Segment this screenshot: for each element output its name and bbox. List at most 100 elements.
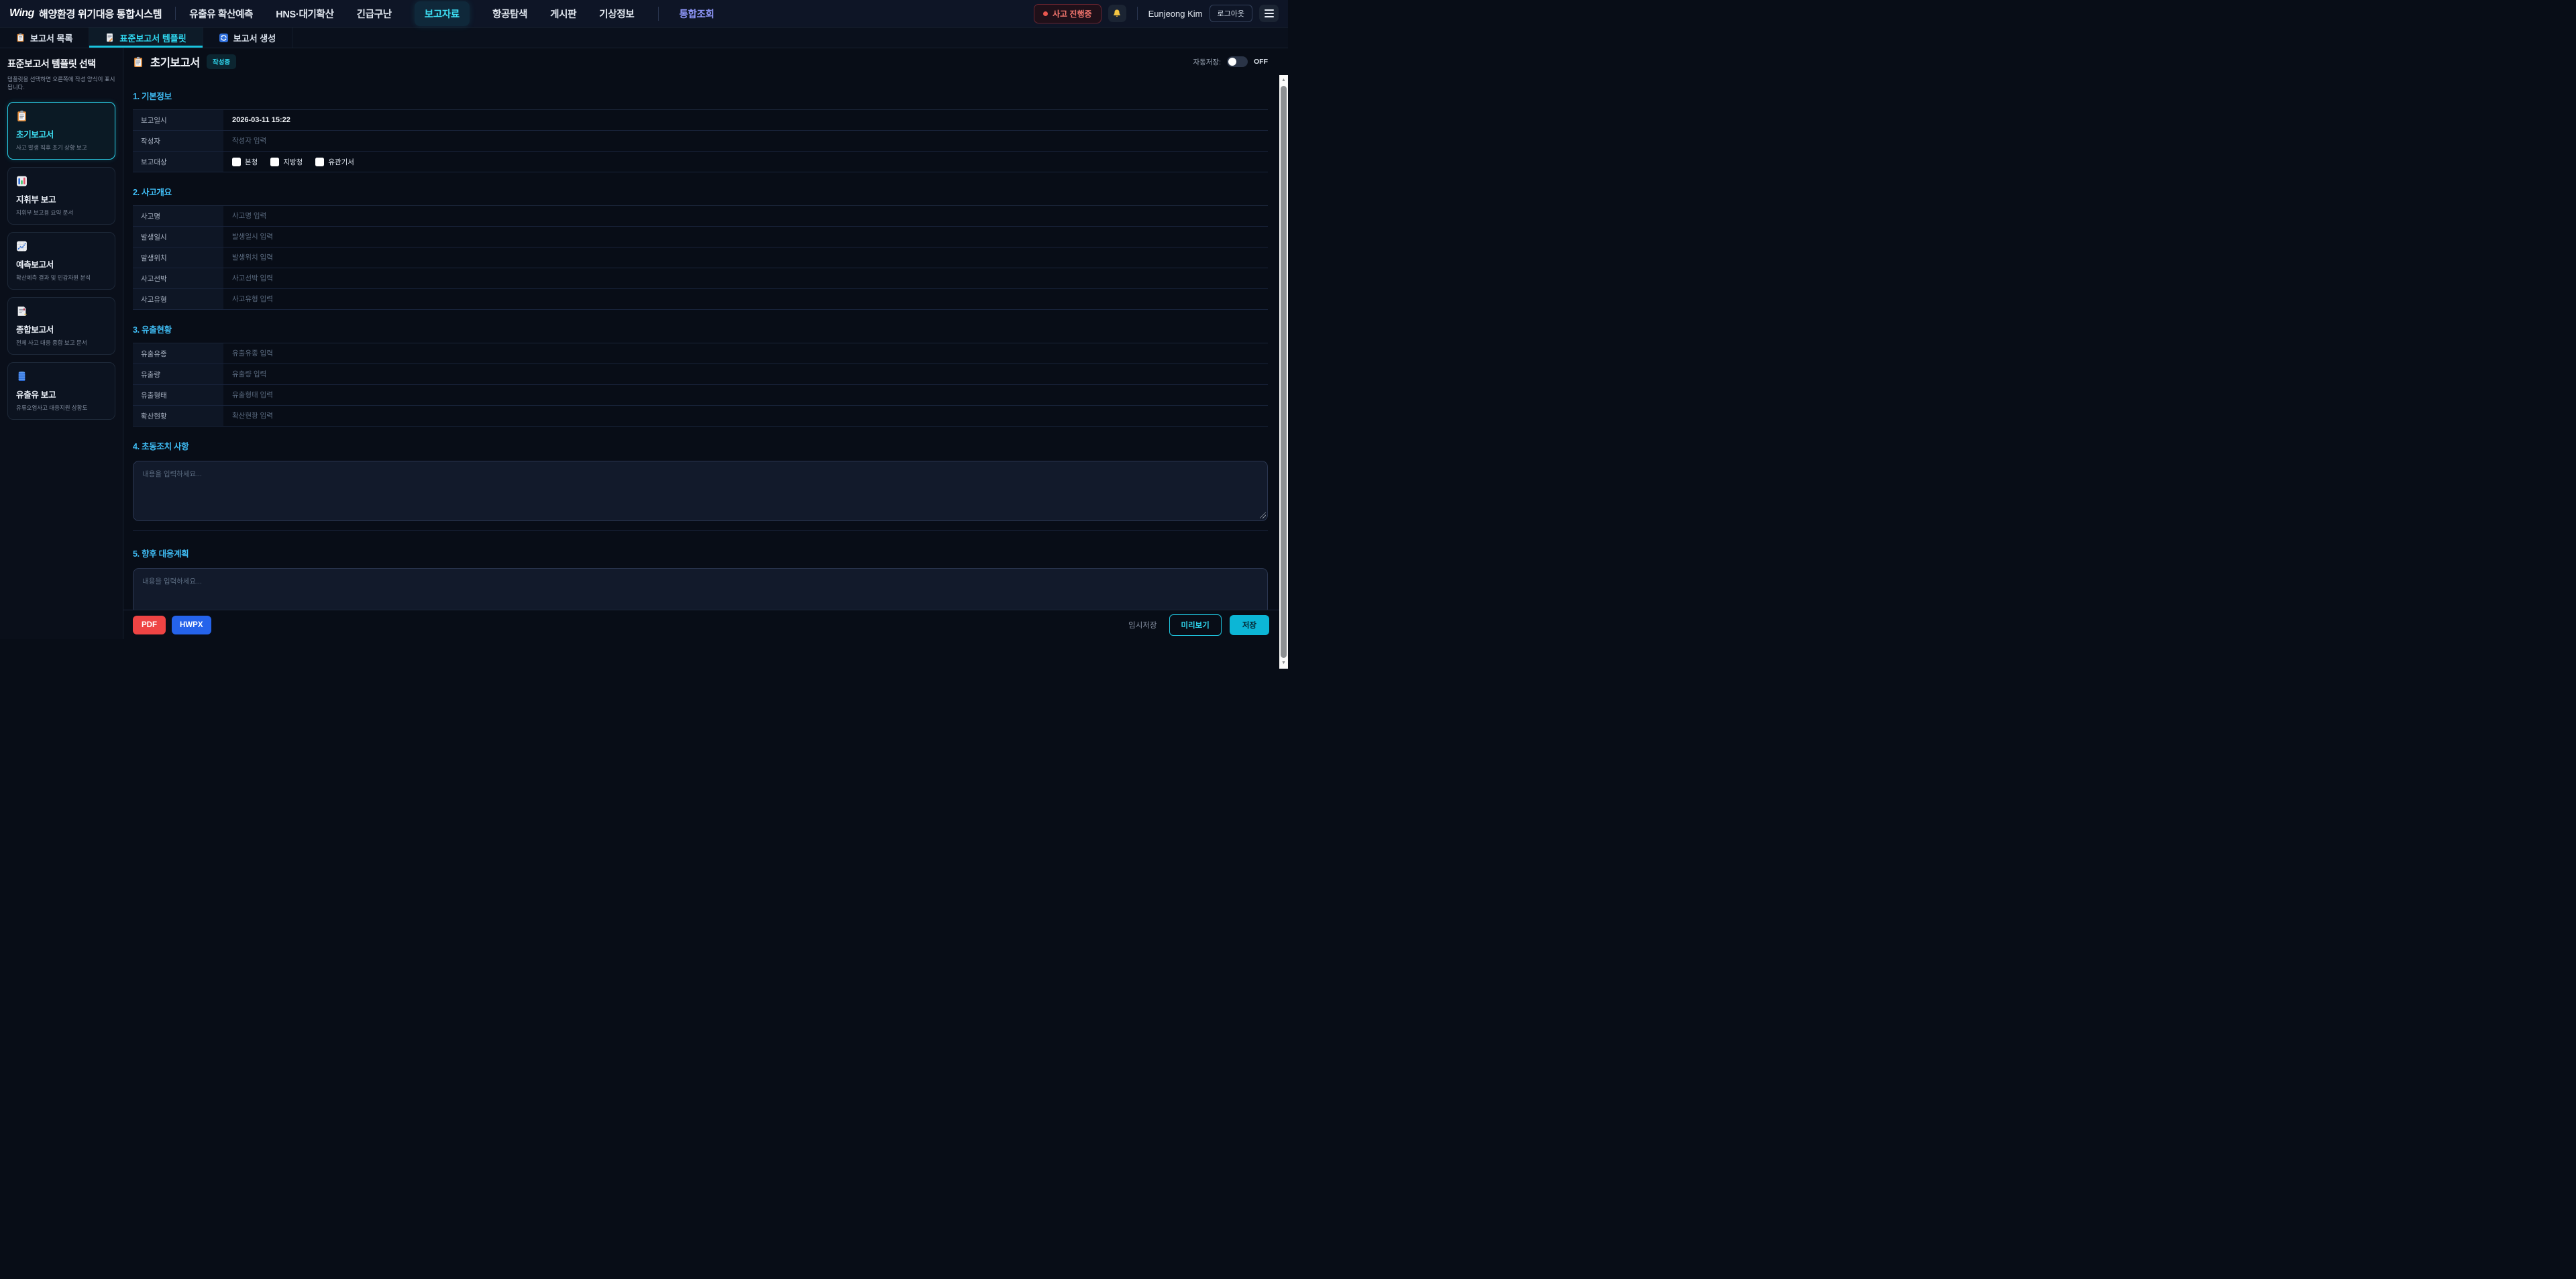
bell-icon — [1112, 9, 1122, 18]
autosave-toggle[interactable] — [1227, 56, 1248, 67]
template-desc: 전체 사고 대응 종합 보고 문서 — [16, 339, 107, 347]
notification-button[interactable] — [1108, 5, 1126, 22]
resize-handle[interactable] — [1260, 512, 1266, 518]
incident-vessel-input[interactable] — [232, 274, 1268, 282]
field-label: 유출량 — [133, 364, 223, 384]
template-card-prediction-report[interactable]: 예측보고서 확산예측 결과 및 민감자원 분석 — [7, 232, 115, 290]
clipboard-icon — [133, 56, 144, 68]
nav-item-weather-info[interactable]: 기상정보 — [599, 7, 634, 21]
table-row: 보고대상 본청 지방청 유관기서 — [133, 152, 1268, 172]
preview-button[interactable]: 미리보기 — [1169, 614, 1222, 636]
scrollbar-thumb[interactable] — [1281, 86, 1287, 658]
table-row: 사고선박 — [133, 268, 1268, 289]
logout-button[interactable]: 로그아웃 — [1210, 5, 1252, 22]
temp-save-button[interactable]: 임시저장 — [1124, 615, 1161, 635]
hamburger-icon — [1265, 9, 1274, 17]
oil-drum-icon — [16, 370, 107, 382]
basic-info-table: 보고일시 2026-03-11 15:22 작성자 보고대상 본청 지방청 유관… — [133, 109, 1268, 172]
scroll-up-arrow-icon[interactable]: ▲ — [1281, 75, 1286, 86]
report-datetime-value[interactable]: 2026-03-11 15:22 — [232, 116, 290, 124]
template-desc: 사고 발생 직후 초기 상황 보고 — [16, 144, 107, 152]
field-label: 보고일시 — [133, 110, 223, 130]
tab-label: 표준보고서 템플릿 — [119, 32, 186, 44]
template-desc: 확산예측 결과 및 민감자원 분석 — [16, 274, 107, 282]
nav-links: 유출유 확산예측 HNS·대기확산 긴급구난 보고자료 항공탐색 게시판 기상정… — [189, 1, 714, 26]
spill-form-input[interactable] — [232, 391, 1268, 399]
autosave-state: OFF — [1254, 58, 1268, 66]
template-title: 지휘부 보고 — [16, 192, 107, 205]
initial-actions-textarea[interactable] — [133, 461, 1268, 521]
section-heading-spill-status: 3. 유출현황 — [133, 323, 1268, 335]
tab-label: 보고서 목록 — [30, 32, 72, 44]
future-plan-textarea[interactable] — [133, 568, 1268, 610]
oil-type-input[interactable] — [232, 349, 1268, 357]
spill-amount-input[interactable] — [232, 370, 1268, 378]
form-footer: PDF HWPX 임시저장 미리보기 저장 — [123, 610, 1288, 639]
nav-item-integrated-search[interactable]: 통합조회 — [658, 7, 714, 21]
field-label: 작성자 — [133, 131, 223, 151]
checkbox-regional-office[interactable]: 지방청 — [270, 157, 303, 167]
report-title: 초기보고서 — [150, 54, 200, 70]
future-plan-textarea-wrap — [133, 568, 1268, 610]
report-form-area[interactable]: 1. 기본정보 보고일시 2026-03-11 15:22 작성자 보고대상 본… — [123, 75, 1288, 610]
nav-item-aerial-search[interactable]: 항공탐색 — [492, 7, 527, 21]
logo-mark: Wing — [9, 7, 34, 19]
checkbox-headquarters[interactable]: 본청 — [232, 157, 258, 167]
tab-standard-report-template[interactable]: 표준보고서 템플릿 — [89, 27, 203, 48]
report-target-checkbox-group: 본청 지방청 유관기서 — [232, 157, 354, 167]
field-label: 보고대상 — [133, 152, 223, 172]
template-title: 예측보고서 — [16, 258, 107, 270]
export-hwpx-button[interactable]: HWPX — [172, 616, 211, 634]
template-card-comprehensive-report[interactable]: 종합보고서 전체 사고 대응 종합 보고 문서 — [7, 297, 115, 355]
template-card-initial-report[interactable]: 초기보고서 사고 발생 직후 초기 상황 보고 — [7, 102, 115, 160]
template-card-oil-spill-report[interactable]: 유출유 보고 유류오염사고 대응지원 상황도 — [7, 362, 115, 420]
template-desc: 유류오염사고 대응지원 상황도 — [16, 404, 107, 412]
nav-item-board[interactable]: 게시판 — [550, 7, 576, 21]
occurrence-datetime-input[interactable] — [232, 233, 1268, 241]
user-name: Eunjeong Kim — [1148, 9, 1203, 19]
field-label: 유출유종 — [133, 343, 223, 364]
incident-name-input[interactable] — [232, 212, 1268, 220]
nav-item-hns-diffusion[interactable]: HNS·대기확산 — [276, 7, 333, 21]
nav-divider — [1137, 7, 1138, 20]
incident-badge-label: 사고 진행중 — [1053, 8, 1092, 19]
vertical-scrollbar[interactable]: ▲ ▼ — [1279, 75, 1288, 669]
sidebar-title: 표준보고서 템플릿 선택 — [7, 57, 115, 70]
nav-divider — [175, 7, 176, 20]
template-title: 종합보고서 — [16, 323, 107, 335]
table-row: 작성자 — [133, 131, 1268, 152]
table-row: 사고명 — [133, 206, 1268, 227]
diffusion-status-input[interactable] — [232, 412, 1268, 420]
table-row: 유출유종 — [133, 343, 1268, 364]
occurrence-location-input[interactable] — [232, 254, 1268, 262]
table-row: 유출형태 — [133, 385, 1268, 406]
table-row: 발생일시 — [133, 227, 1268, 247]
field-label: 사고명 — [133, 206, 223, 226]
field-label: 사고유형 — [133, 289, 223, 309]
author-input[interactable] — [232, 137, 1268, 145]
line-chart-icon — [16, 240, 107, 252]
section-heading-future-plan: 5. 향후 대응계획 — [133, 547, 1268, 559]
table-row: 확산현황 — [133, 406, 1268, 427]
tab-report-list[interactable]: 보고서 목록 — [0, 27, 89, 48]
field-label: 발생위치 — [133, 247, 223, 268]
tab-report-generate[interactable]: 보고서 생성 — [203, 27, 292, 48]
field-label: 발생일시 — [133, 227, 223, 247]
spill-status-table: 유출유종 유출량 유출형태 확산현황 — [133, 343, 1268, 427]
tab-label: 보고서 생성 — [233, 32, 276, 44]
checkbox-related-agency[interactable]: 유관기서 — [315, 157, 354, 167]
tab-bar: 보고서 목록 표준보고서 템플릿 보고서 생성 — [0, 27, 1288, 48]
menu-button[interactable] — [1259, 5, 1279, 22]
export-pdf-button[interactable]: PDF — [133, 616, 166, 634]
nav-item-emergency-rescue[interactable]: 긴급구난 — [357, 7, 392, 21]
template-sidebar: 표준보고서 템플릿 선택 템플릿을 선택하면 오른쪽에 작성 양식이 표시됩니다… — [0, 48, 123, 639]
field-label: 사고선박 — [133, 268, 223, 288]
template-card-command-report[interactable]: 지휘부 보고 지휘부 보고용 요약 문서 — [7, 167, 115, 225]
nav-item-spill-prediction[interactable]: 유출유 확산예측 — [189, 7, 253, 21]
document-bookmark-icon — [16, 305, 107, 317]
nav-item-report-data[interactable]: 보고자료 — [415, 1, 470, 26]
section-divider — [133, 530, 1268, 531]
incident-type-input[interactable] — [232, 295, 1268, 303]
scroll-down-arrow-icon[interactable]: ▼ — [1281, 658, 1286, 669]
save-button[interactable]: 저장 — [1230, 615, 1269, 635]
